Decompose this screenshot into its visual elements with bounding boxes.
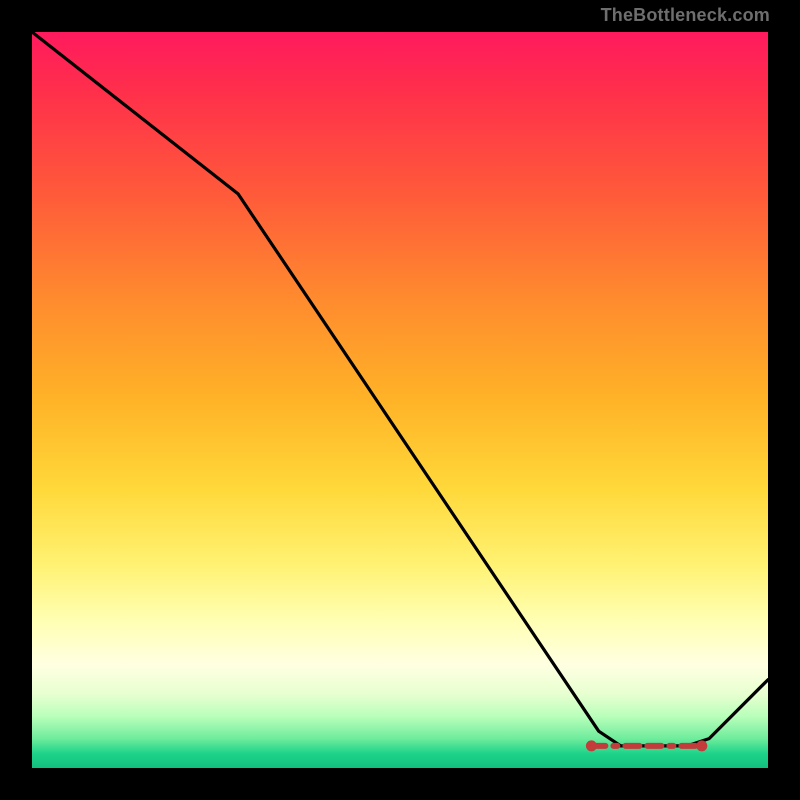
plot-background-gradient: [32, 32, 768, 768]
chart-root: TheBottleneck.com: [0, 0, 800, 800]
attribution-watermark: TheBottleneck.com: [601, 6, 770, 24]
